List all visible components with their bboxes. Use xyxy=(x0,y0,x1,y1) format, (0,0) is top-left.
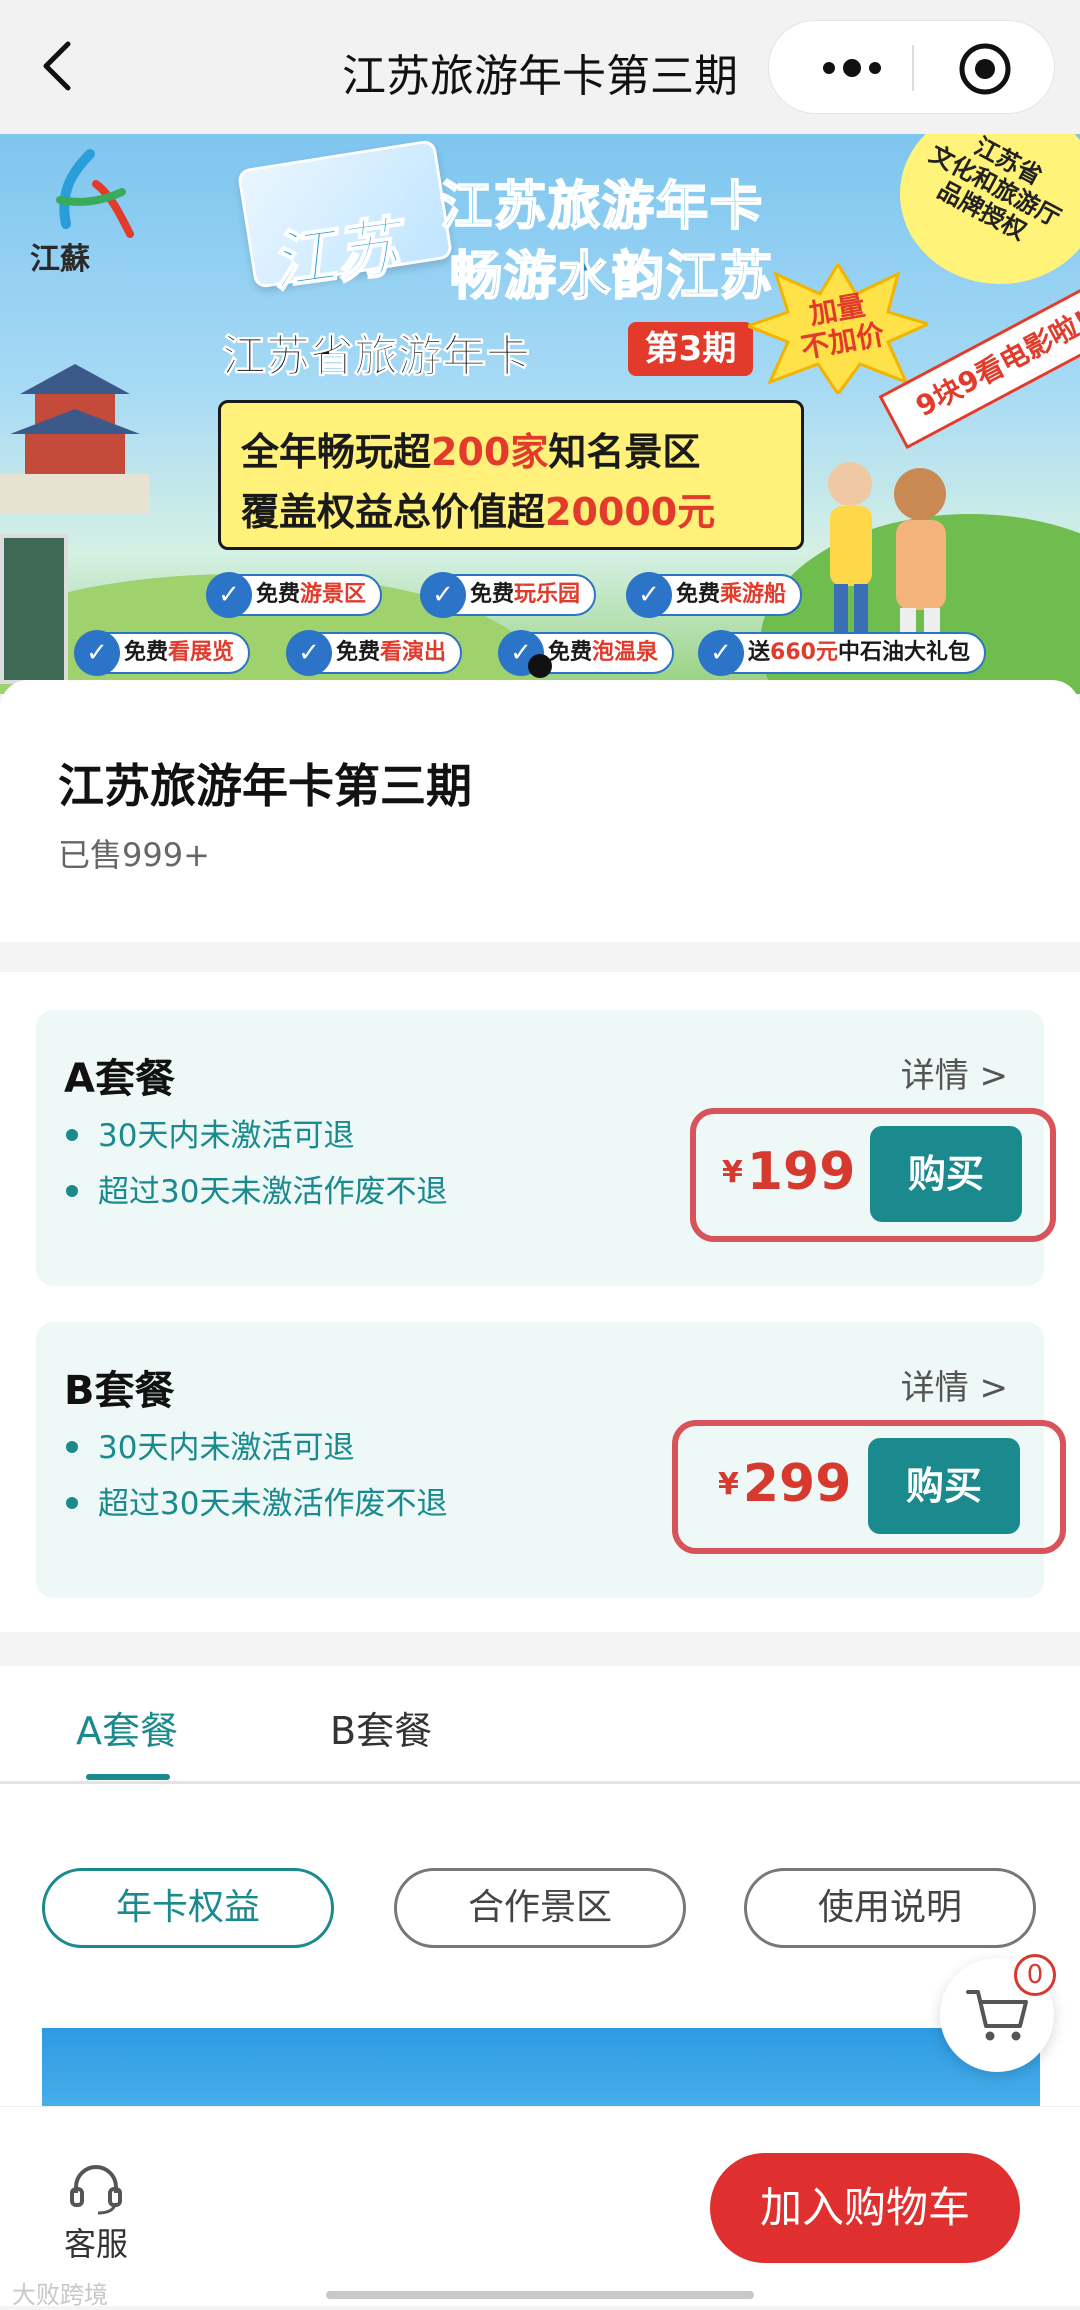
more-icon[interactable] xyxy=(807,46,897,90)
chip-text: 免费 xyxy=(470,582,515,607)
chip-emphasis: 看展览 xyxy=(168,640,235,665)
package-detail-link[interactable]: 详情 > xyxy=(901,1360,1008,1409)
close-miniprogram-icon[interactable] xyxy=(957,41,1013,97)
pill-partner-sites[interactable]: 合作景区 xyxy=(394,1868,686,1948)
floating-cart-button[interactable]: 0 xyxy=(940,1954,1056,2072)
banner-title-line2: 畅游水韵江苏 xyxy=(449,246,775,308)
currency-symbol: ¥ xyxy=(722,1154,743,1190)
carousel-indicator[interactable] xyxy=(528,654,552,678)
banner-main-title: 江苏省旅游年卡 xyxy=(222,331,531,383)
sold-count: 已售999+ xyxy=(58,836,210,874)
package-rule: 超过30天未激活作废不退 xyxy=(66,1478,447,1523)
painting-illustration xyxy=(0,534,68,684)
package-card-b: B套餐 详情 > 30天内未激活可退 超过30天未激活作废不退 ¥299 购买 xyxy=(36,1322,1066,1598)
highlight-line2: 覆盖权益总价值超20000元 xyxy=(241,481,715,536)
active-tab-indicator xyxy=(86,1774,170,1780)
package-rule: 30天内未激活可退 xyxy=(66,1110,354,1155)
highlight-text: 知名景区 xyxy=(548,430,701,474)
pagoda-illustration xyxy=(0,354,150,514)
product-title: 江苏旅游年卡第三期 xyxy=(58,759,472,813)
check-icon: ✓ xyxy=(698,630,744,676)
highlight-text: 全年畅玩超 xyxy=(241,430,432,474)
package-detail-link[interactable]: 详情 > xyxy=(901,1048,1008,1097)
buy-button[interactable]: 购买 xyxy=(868,1438,1020,1534)
pill-usage-guide[interactable]: 使用说明 xyxy=(744,1868,1036,1948)
chip-text: 免费 xyxy=(124,640,169,665)
price-value: 299 xyxy=(742,1454,852,1514)
chip-text: 免费 xyxy=(336,640,381,665)
jiangsu-logo-text: 江蘇 xyxy=(30,242,90,277)
check-icon: ✓ xyxy=(206,572,252,618)
benefit-chip: ✓ 免费游景区 xyxy=(206,572,383,618)
package-list: A套餐 详情 > 30天内未激活可退 超过30天未激活作废不退 ¥199 购买 … xyxy=(0,972,1080,1632)
chip-text: 免费 xyxy=(676,582,721,607)
cart-icon xyxy=(966,1990,1028,2041)
benefit-chip: ✓ 免费玩乐园 xyxy=(420,572,597,618)
highlight-number: 20000元 xyxy=(545,490,716,534)
chip-emphasis: 660元 xyxy=(770,640,838,665)
banner-script-title: 江苏 xyxy=(265,208,404,302)
banner-title-line1: 江苏旅游年卡 xyxy=(439,176,765,238)
promo-banner[interactable]: 江苏省 文化和旅游厅 品牌授权 江蘇 江苏 江苏旅游年卡 畅游水韵江苏 江苏省旅… xyxy=(0,134,1080,694)
customer-service-label: 客服 xyxy=(63,2225,128,2263)
check-icon: ✓ xyxy=(626,572,672,618)
package-rule: 超过30天未激活作废不退 xyxy=(66,1166,447,1211)
chip-text: 中石油大礼包 xyxy=(837,640,970,665)
benefit-chip: ✓ 免费看展览 xyxy=(74,630,251,676)
benefit-chip: ✓ 送660元中石油大礼包 xyxy=(698,630,986,676)
chip-emphasis: 玩乐园 xyxy=(514,582,581,607)
chip-text: 免费 xyxy=(256,582,301,607)
chip-text: 送 xyxy=(748,640,771,665)
highlight-line1: 全年畅玩超200家知名景区 xyxy=(241,421,700,476)
price-value: 199 xyxy=(746,1142,856,1202)
chip-emphasis: 游景区 xyxy=(300,582,367,607)
highlight-box: 全年畅玩超200家知名景区 覆盖权益总价值超20000元 xyxy=(218,400,804,550)
chip-emphasis: 看演出 xyxy=(380,640,447,665)
package-rule: 30天内未激活可退 xyxy=(66,1422,354,1467)
cart-count-badge: 0 xyxy=(1014,1954,1056,1996)
currency-symbol: ¥ xyxy=(718,1466,739,1502)
check-icon: ✓ xyxy=(74,630,120,676)
chip-emphasis: 乘游船 xyxy=(720,582,787,607)
benefit-chip: ✓ 免费泡温泉 xyxy=(498,630,675,676)
buy-button[interactable]: 购买 xyxy=(870,1126,1022,1222)
package-tabs: A套餐 B套餐 xyxy=(0,1666,1080,1784)
package-price: ¥199 xyxy=(722,1142,855,1202)
capsule-divider xyxy=(912,45,914,91)
package-price: ¥299 xyxy=(718,1454,851,1514)
price-highlight: ¥199 购买 xyxy=(690,1108,1056,1242)
product-info: 江苏旅游年卡第三期 已售999+ xyxy=(0,680,1080,942)
headset-icon xyxy=(70,2165,122,2215)
package-name: B套餐 xyxy=(64,1368,175,1414)
highlight-text: 覆盖权益总价值超 xyxy=(241,490,546,534)
check-icon: ✓ xyxy=(420,572,466,618)
tab-package-b[interactable]: B套餐 xyxy=(330,1700,432,1755)
check-icon: ✓ xyxy=(286,630,332,676)
home-indicator xyxy=(326,2291,754,2299)
watermark-text: 大败跨境 xyxy=(12,2281,108,2309)
chip-emphasis: 泡温泉 xyxy=(592,640,659,665)
price-highlight: ¥299 购买 xyxy=(672,1420,1066,1554)
highlight-number: 200家 xyxy=(431,430,549,474)
tab-package-a[interactable]: A套餐 xyxy=(76,1700,178,1755)
customer-service-button[interactable]: 客服 xyxy=(56,2161,136,2265)
issue-badge: 第3期 xyxy=(628,322,753,376)
top-nav-bar: 江苏旅游年卡第三期 xyxy=(0,0,1080,134)
chip-text: 免费 xyxy=(548,640,593,665)
package-card-a: A套餐 详情 > 30天内未激活可退 超过30天未激活作废不退 ¥199 购买 xyxy=(36,1010,1056,1286)
package-name: A套餐 xyxy=(64,1056,175,1102)
benefit-chip: ✓ 免费看演出 xyxy=(286,630,463,676)
benefit-chip: ✓ 免费乘游船 xyxy=(626,572,803,618)
add-to-cart-button[interactable]: 加入购物车 xyxy=(710,2153,1020,2263)
pill-card-benefits[interactable]: 年卡权益 xyxy=(42,1868,334,1948)
bottom-action-bar: 客服 加入购物车 大败跨境 xyxy=(0,2106,1080,2309)
mini-program-capsule xyxy=(768,20,1055,114)
